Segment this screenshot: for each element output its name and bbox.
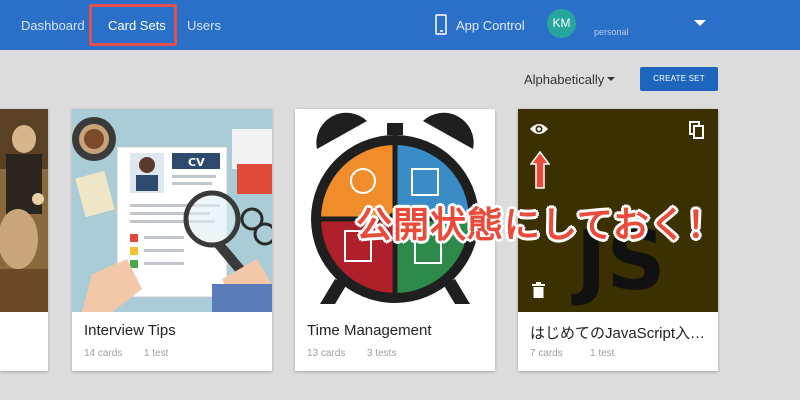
top-navigation-bar: Dashboard Card Sets Users App Control KM… (0, 0, 800, 50)
card-title: Interview Tips (84, 322, 176, 339)
test-count: 1 test (144, 348, 169, 359)
eye-icon[interactable] (529, 122, 549, 136)
create-set-button[interactable]: CREATE SET (640, 67, 718, 91)
card-partial[interactable] (0, 109, 48, 371)
card-image: CV (72, 109, 272, 312)
test-count: 1 test (590, 348, 615, 359)
trash-icon[interactable] (532, 282, 545, 298)
app-control-link[interactable]: App Control (456, 18, 525, 33)
nav-users[interactable]: Users (187, 18, 221, 33)
phone-icon[interactable] (435, 14, 447, 35)
caret-down-icon[interactable] (694, 20, 706, 26)
arrow-up-icon (530, 150, 550, 189)
annotation-text: 公開状態にしておく！ (356, 204, 724, 245)
sort-dropdown[interactable]: Alphabetically (524, 72, 604, 87)
card-count: 14 cards (84, 348, 123, 359)
painting-image (0, 109, 48, 312)
nav-highlight-box (89, 4, 177, 46)
account-type-label: personal (594, 27, 629, 37)
copy-icon[interactable] (689, 121, 705, 139)
svg-text:CV: CV (188, 156, 205, 169)
avatar[interactable]: KM (547, 9, 576, 38)
card-interview-tips[interactable]: CV Interview Tips 14 cards 1 test (72, 109, 272, 371)
nav-dashboard[interactable]: Dashboard (21, 18, 85, 33)
card-title: Time Management (307, 322, 432, 339)
card-title: はじめてのJavaScript入… (530, 325, 706, 342)
sort-caret-icon[interactable] (607, 77, 615, 81)
card-count: 7 cards (530, 348, 563, 359)
cv-illustration: CV (72, 109, 272, 312)
test-count: 3 tests (367, 348, 397, 359)
card-count: 13 cards (307, 348, 346, 359)
